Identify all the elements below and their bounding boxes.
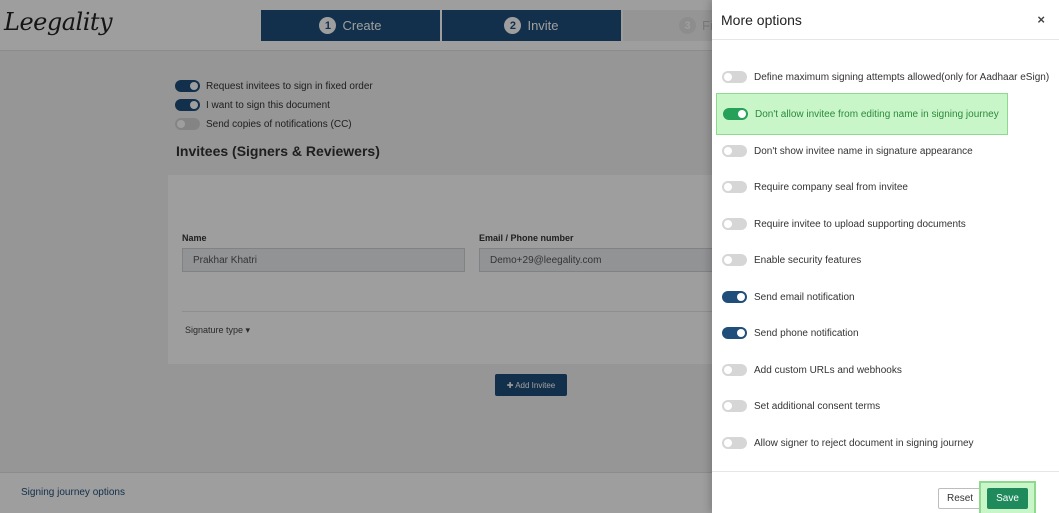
toggle-switch[interactable] bbox=[722, 71, 747, 83]
option-hide-name-signature[interactable]: Don't show invitee name in signature app… bbox=[722, 145, 973, 157]
panel-header: More options × bbox=[712, 0, 1059, 40]
option-security-features[interactable]: Enable security features bbox=[722, 254, 861, 266]
option-company-seal[interactable]: Require company seal from invitee bbox=[722, 181, 908, 193]
option-custom-urls[interactable]: Add custom URLs and webhooks bbox=[722, 364, 902, 376]
save-button[interactable]: Save bbox=[987, 488, 1028, 509]
toggle-switch[interactable] bbox=[722, 181, 747, 193]
toggle-switch[interactable] bbox=[722, 254, 747, 266]
option-supporting-documents[interactable]: Require invitee to upload supporting doc… bbox=[722, 218, 966, 230]
save-highlight: Save bbox=[979, 481, 1036, 513]
option-disallow-name-edit[interactable]: Don't allow invitee from editing name in… bbox=[716, 93, 1008, 135]
toggle-switch[interactable] bbox=[722, 437, 747, 449]
toggle-switch[interactable] bbox=[722, 364, 747, 376]
toggle-switch[interactable] bbox=[722, 400, 747, 412]
option-max-signing-attempts[interactable]: Define maximum signing attempts allowed(… bbox=[722, 71, 1049, 83]
option-phone-notification[interactable]: Send phone notification bbox=[722, 327, 859, 339]
toggle-switch[interactable] bbox=[722, 218, 747, 230]
reset-button[interactable]: Reset bbox=[938, 488, 983, 509]
option-label: Require company seal from invitee bbox=[754, 181, 908, 193]
option-email-notification[interactable]: Send email notification bbox=[722, 291, 855, 303]
option-label: Don't show invitee name in signature app… bbox=[754, 145, 973, 157]
option-label: Enable security features bbox=[754, 254, 862, 266]
option-label: Don't allow invitee from editing name in… bbox=[755, 108, 999, 120]
option-consent-terms[interactable]: Set additional consent terms bbox=[722, 400, 880, 412]
more-options-panel: More options × Define maximum signing at… bbox=[712, 0, 1059, 513]
toggle-switch[interactable] bbox=[722, 145, 747, 157]
toggle-switch[interactable] bbox=[722, 291, 747, 303]
option-label: Send phone notification bbox=[754, 327, 859, 339]
panel-title: More options bbox=[721, 12, 802, 28]
option-label: Add custom URLs and webhooks bbox=[754, 364, 902, 376]
option-label: Allow signer to reject document in signi… bbox=[754, 437, 974, 449]
option-label: Send email notification bbox=[754, 291, 855, 303]
option-label: Require invitee to upload supporting doc… bbox=[754, 218, 966, 230]
toggle-switch[interactable] bbox=[722, 327, 747, 339]
option-reject-document[interactable]: Allow signer to reject document in signi… bbox=[722, 437, 974, 449]
close-icon[interactable]: × bbox=[1037, 12, 1045, 27]
option-label: Set additional consent terms bbox=[754, 400, 881, 412]
panel-footer: Reset Save bbox=[712, 471, 1059, 513]
option-label: Define maximum signing attempts allowed(… bbox=[754, 71, 1050, 83]
toggle-switch[interactable] bbox=[723, 108, 748, 120]
